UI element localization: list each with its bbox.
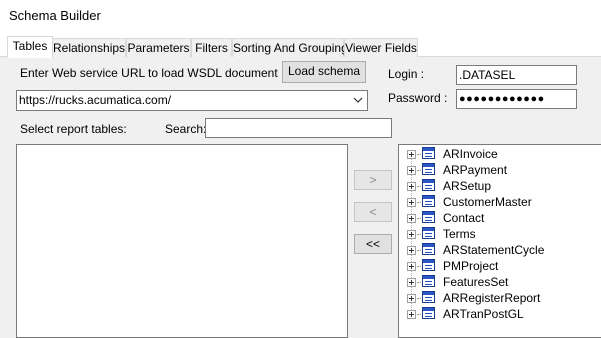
tab-relationships[interactable]: Relationships [52, 38, 126, 57]
table-icon [422, 227, 435, 239]
plus-expander-icon[interactable] [407, 294, 416, 303]
table-icon [422, 147, 435, 159]
wsdl-url-combobox[interactable]: https://rucks.acumatica.com/ [16, 90, 368, 111]
tree-item-label: FeaturesSet [443, 275, 509, 289]
password-label: Password : [388, 91, 448, 105]
search-input[interactable] [205, 118, 392, 138]
tab-viewer-fields[interactable]: Viewer Fields [344, 38, 418, 57]
plus-expander-icon[interactable] [407, 262, 416, 271]
tab-filters[interactable]: Filters [191, 38, 232, 57]
table-icon [422, 275, 435, 287]
add-table-button[interactable]: > [354, 170, 392, 190]
table-icon [422, 259, 435, 271]
tree-item-label: ARSetup [443, 179, 492, 193]
plus-expander-icon[interactable] [407, 246, 416, 255]
login-input[interactable]: .DATASEL [456, 65, 577, 85]
table-icon [422, 211, 435, 223]
tree-item-label: ARStatementCycle [443, 243, 545, 257]
chevron-down-icon[interactable] [351, 91, 365, 110]
table-icon [422, 179, 435, 191]
tree-item-label: ARRegisterReport [443, 291, 541, 305]
wsdl-url-label: Enter Web service URL to load WSDL docum… [20, 66, 285, 80]
tree-item-label: PMProject [443, 259, 499, 273]
remove-table-button[interactable]: < [354, 202, 392, 222]
tab-tables[interactable]: Tables [7, 36, 53, 58]
table-icon [422, 291, 435, 303]
password-input[interactable]: ●●●●●●●●●●●● [456, 89, 577, 109]
tree-item-label: Terms [443, 227, 476, 241]
tab-bar: Tables Relationships Parameters Filters … [0, 36, 601, 58]
wsdl-url-value: https://rucks.acumatica.com/ [19, 93, 172, 107]
selected-tables-list[interactable] [16, 144, 348, 338]
plus-expander-icon[interactable] [407, 214, 416, 223]
remove-all-tables-button[interactable]: << [354, 234, 392, 254]
plus-expander-icon[interactable] [407, 198, 416, 207]
tree-item-label: ARInvoice [443, 147, 498, 161]
tree-item-label: ARTranPostGL [443, 307, 524, 321]
plus-expander-icon[interactable] [407, 150, 416, 159]
tab-parameters[interactable]: Parameters [126, 38, 191, 57]
select-report-tables-label: Select report tables: [20, 122, 127, 136]
plus-expander-icon[interactable] [407, 230, 416, 239]
tree-item-label: Contact [443, 211, 485, 225]
tab-sorting-and-grouping[interactable]: Sorting And Grouping [232, 38, 348, 57]
plus-expander-icon[interactable] [407, 166, 416, 175]
table-icon [422, 243, 435, 255]
search-label: Search: [165, 122, 207, 136]
window-title: Schema Builder [9, 8, 101, 23]
plus-expander-icon[interactable] [407, 278, 416, 287]
table-icon [422, 195, 435, 207]
plus-expander-icon[interactable] [407, 310, 416, 319]
table-icon [422, 307, 435, 319]
plus-expander-icon[interactable] [407, 182, 416, 191]
load-schema-button[interactable]: Load schema [282, 61, 366, 83]
table-icon [422, 163, 435, 175]
tree-item-label: ARPayment [443, 163, 508, 177]
tree-item-label: CustomerMaster [443, 195, 532, 209]
login-label: Login : [388, 67, 425, 81]
